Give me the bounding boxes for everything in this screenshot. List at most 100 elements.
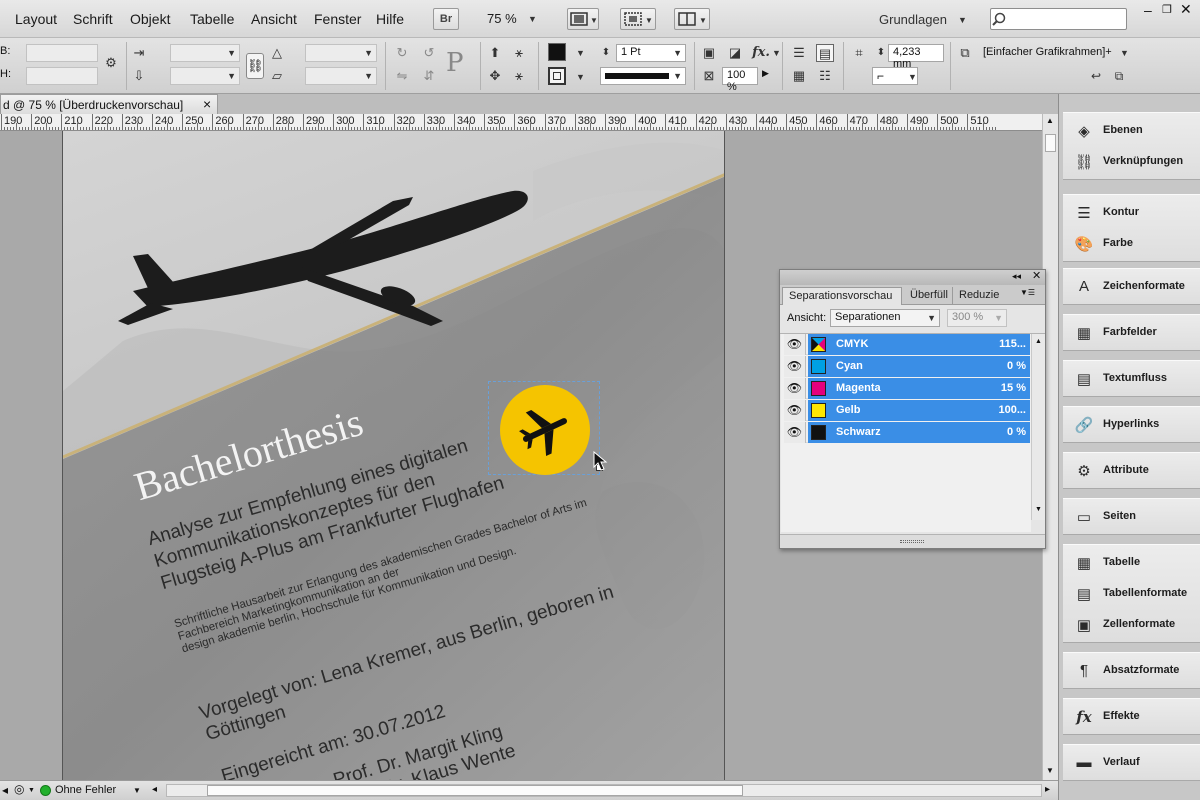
scale-y-icon[interactable]: ⇩ — [130, 67, 148, 85]
text-wrap-bounding-icon[interactable]: ▤ — [816, 44, 834, 62]
preflight-profile-chevron-icon[interactable]: ▼ — [28, 787, 35, 794]
workspace-switcher[interactable]: Grundlagen — [879, 12, 947, 27]
dock-item-verknüpfungen[interactable]: ⛓ Verknüpfungen — [1063, 147, 1200, 177]
scroll-down-icon[interactable]: ▼ — [1046, 766, 1054, 775]
height-field[interactable] — [26, 67, 98, 85]
shear-chevron-icon[interactable]: ▼ — [364, 71, 373, 81]
rotate-cw-icon[interactable]: ↻ — [393, 44, 411, 62]
dock-item-effekte[interactable]: fx Effekte — [1063, 702, 1200, 732]
rotation-field[interactable]: ▼ — [305, 44, 377, 62]
menu-layout[interactable]: Layout — [15, 11, 57, 27]
width-field[interactable] — [26, 44, 98, 62]
dock-item-hyperlinks[interactable]: 🔗 Hyperlinks — [1063, 410, 1200, 440]
text-wrap-shape-icon[interactable]: ▦ — [790, 67, 808, 85]
stroke-type-chevron-icon[interactable]: ▼ — [673, 71, 682, 81]
zoom-chevron-icon[interactable]: ▼ — [528, 14, 537, 24]
menu-objekt[interactable]: Objekt — [130, 11, 170, 27]
opacity-icon[interactable]: ⊠ — [700, 67, 718, 85]
effects-chevron-icon[interactable]: ▼ — [772, 48, 781, 58]
horizontal-ruler[interactable]: 190 200 210 220 230 240 250 260 270 280 290 300 310 3… — [0, 114, 1042, 131]
separation-row-gelb[interactable]: 👁 Gelb 100... — [784, 400, 1030, 421]
eye-icon[interactable]: 👁 — [784, 334, 806, 355]
separation-row-schwarz[interactable]: 👁 Schwarz 0 % — [784, 422, 1030, 443]
select-next-icon[interactable]: ⚹ — [510, 67, 528, 85]
object-style-chevron-icon[interactable]: ▼ — [1120, 48, 1129, 58]
stroke-weight-chevron-icon[interactable]: ▼ — [673, 48, 682, 58]
stroke-weight-field[interactable]: 1 Pt ▼ — [616, 44, 686, 62]
scroll-left-icon[interactable]: ◂ — [152, 784, 157, 795]
eye-icon[interactable]: 👁 — [784, 400, 806, 421]
scroll-down-icon[interactable]: ▼ — [1035, 506, 1042, 513]
tab-separations[interactable]: Separationsvorschau — [782, 287, 902, 305]
scroll-thumb[interactable] — [1045, 134, 1056, 152]
search-input[interactable] — [990, 8, 1127, 30]
select-container-icon[interactable]: ⬆ — [486, 44, 504, 62]
stroke-chevron-icon[interactable]: ▼ — [576, 72, 585, 82]
text-wrap-jump-icon[interactable]: ☷ — [816, 67, 834, 85]
rotate-angle-icon[interactable]: △ — [268, 44, 286, 62]
zoom-level[interactable]: 75 % — [487, 11, 517, 26]
rotation-chevron-icon[interactable]: ▼ — [364, 48, 373, 58]
page-nav-icon[interactable]: ◂ — [2, 783, 8, 797]
preflight-menu-chevron-icon[interactable]: ▼ — [133, 786, 141, 795]
offset-field[interactable]: 4,233 mm — [888, 44, 944, 70]
menu-tabelle[interactable]: Tabelle — [190, 11, 234, 27]
close-panel-icon[interactable]: ✕ — [1032, 269, 1041, 282]
flip-horizontal-icon[interactable]: ⇋ — [393, 67, 411, 85]
scale-x-field[interactable]: ▼ — [170, 44, 240, 62]
dock-item-verlauf[interactable]: ▬ Verlauf — [1063, 748, 1200, 778]
new-style-icon[interactable]: ⧉ — [1110, 67, 1128, 85]
horizontal-scrollbar[interactable] — [166, 784, 1042, 797]
drop-shadow-icon[interactable]: ◪ — [726, 44, 744, 62]
collapse-panel-icon[interactable]: ◂◂ — [1012, 271, 1021, 282]
shear-angle-icon[interactable]: ▱ — [268, 67, 286, 85]
zoom-select[interactable]: 300 % ▼ — [947, 309, 1007, 327]
scale-y-field[interactable]: ▼ — [170, 67, 240, 85]
scale-x-icon[interactable]: ⇥ — [130, 44, 148, 62]
panel-titlebar[interactable]: ◂◂ ✕ — [780, 270, 1045, 285]
view-select[interactable]: Separationen ▼ — [830, 309, 940, 327]
stroke-type-select[interactable]: ▼ — [600, 67, 686, 85]
constrain-proportions-icon[interactable]: ⚙ — [102, 54, 120, 72]
separation-row-magenta[interactable]: 👁 Magenta 15 % — [784, 378, 1030, 399]
document-tab[interactable]: d @ 75 % [Überdruckenvorschau] × — [0, 94, 218, 114]
stroke-swatch[interactable] — [548, 67, 566, 85]
reference-point-icon[interactable]: P — [446, 48, 464, 78]
dock-item-tabellenformate[interactable]: ▤ Tabellenformate — [1063, 579, 1200, 609]
opacity-field[interactable]: 100 % — [722, 67, 758, 93]
resize-grip-icon[interactable] — [900, 540, 924, 543]
eye-icon[interactable]: 👁 — [784, 422, 806, 443]
preflight-profile-icon[interactable]: ◎ — [14, 782, 24, 796]
dock-item-farbe[interactable]: 🎨 Farbe — [1063, 229, 1200, 259]
dock-item-absatzformate[interactable]: ¶ Absatzformate — [1063, 656, 1200, 686]
maximize-icon[interactable]: ❐ — [1162, 3, 1172, 16]
dock-item-attribute[interactable]: ⚙ Attribute — [1063, 456, 1200, 486]
opacity-arrow-icon[interactable]: ▶ — [762, 68, 769, 79]
select-content-icon[interactable]: ⚹ — [510, 44, 528, 62]
menu-ansicht[interactable]: Ansicht — [251, 11, 297, 27]
panel-menu-icon[interactable]: ▼☰ — [1020, 288, 1035, 297]
corner-options-icon[interactable]: ▣ — [700, 44, 718, 62]
eye-icon[interactable]: 👁 — [784, 356, 806, 377]
separations-scrollbar[interactable]: ▲ ▼ — [1031, 334, 1045, 520]
horizontal-scroll-thumb[interactable] — [207, 785, 743, 796]
view-chevron-icon[interactable]: ▼ — [927, 313, 936, 323]
dock-item-zellenformate[interactable]: ▣ Zellenformate — [1063, 610, 1200, 640]
corner-shape-chevron-icon[interactable]: ▼ — [908, 72, 917, 82]
text-wrap-none-icon[interactable]: ☰ — [790, 44, 808, 62]
tab-reduction[interactable]: Reduzie — [952, 287, 1004, 305]
dock-item-zeichenformate[interactable]: A Zeichenformate — [1063, 272, 1200, 302]
stroke-offset-icon[interactable]: ⌗ — [850, 44, 868, 62]
dock-item-tabelle[interactable]: ▦ Tabelle — [1063, 548, 1200, 578]
workspace-chevron-icon[interactable]: ▼ — [958, 15, 967, 25]
scroll-up-icon[interactable]: ▲ — [1035, 338, 1042, 345]
rotate-ccw-icon[interactable]: ↺ — [420, 44, 438, 62]
link-scale-icon[interactable]: ⛓ — [246, 53, 264, 79]
fill-swatch[interactable] — [548, 43, 566, 61]
object-style-select[interactable]: [Einfacher Grafikrahmen]+ — [983, 46, 1112, 58]
preflight-status-text[interactable]: Ohne Fehler — [55, 784, 116, 796]
screen-mode-button[interactable]: ▼ — [567, 8, 599, 30]
stroke-weight-stepper-icon[interactable]: ⬍ — [597, 44, 615, 62]
separation-row-cyan[interactable]: 👁 Cyan 0 % — [784, 356, 1030, 377]
shear-field[interactable]: ▼ — [305, 67, 377, 85]
